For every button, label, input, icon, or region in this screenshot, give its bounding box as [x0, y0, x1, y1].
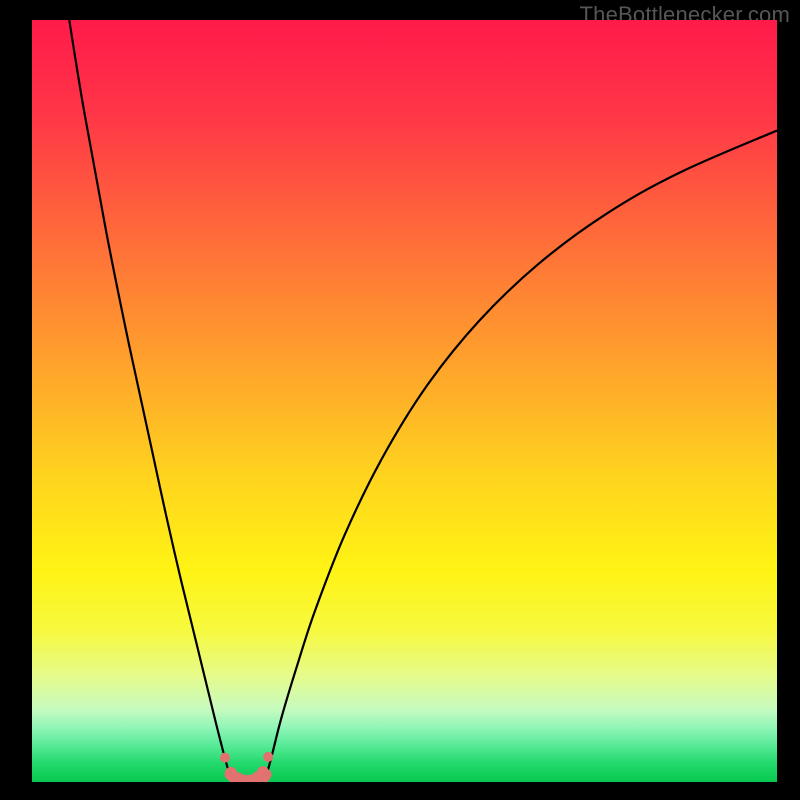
marker-dot — [220, 753, 230, 763]
plot-svg — [32, 20, 777, 782]
marker-dot — [257, 766, 269, 778]
chart-stage: TheBottlenecker.com — [0, 0, 800, 800]
gradient-background — [32, 20, 777, 782]
marker-dot — [263, 752, 273, 762]
plot-area — [32, 20, 777, 782]
